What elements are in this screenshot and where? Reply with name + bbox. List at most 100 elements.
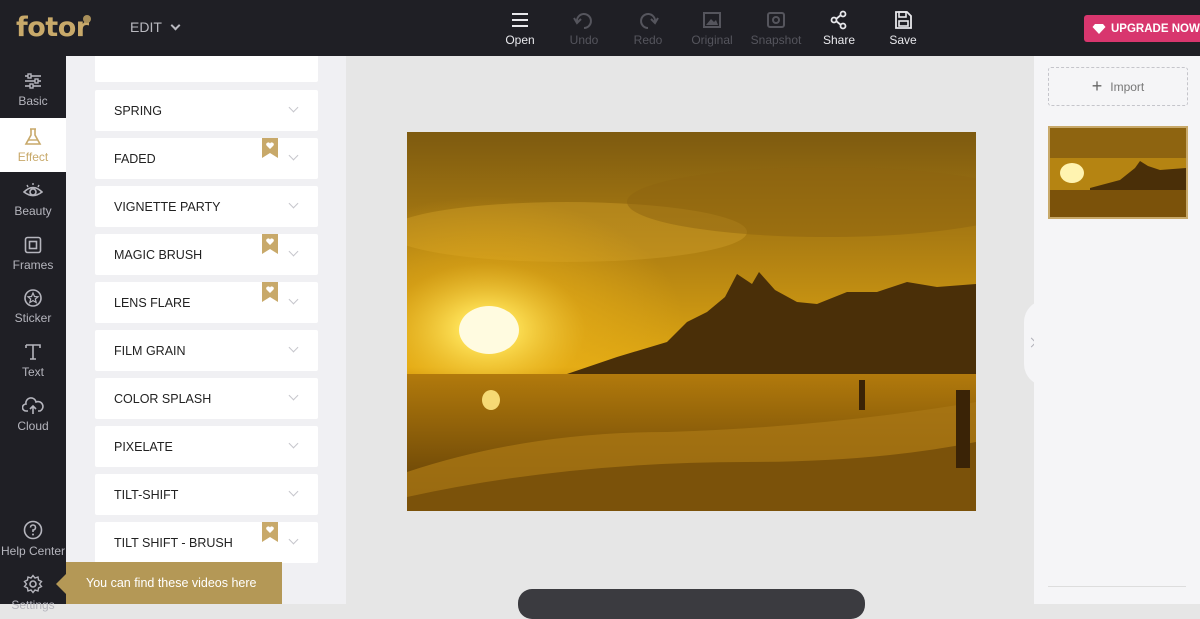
help-tooltip: You can find these videos here <box>56 562 282 604</box>
zoom-toolbar[interactable] <box>518 589 865 619</box>
premium-badge-icon <box>262 522 278 542</box>
canvas-area <box>346 56 1034 619</box>
snapshot-label: Snapshot <box>750 33 802 47</box>
frame-icon <box>24 236 42 254</box>
nav-frames-label: Frames <box>12 258 54 272</box>
image-thumbnail[interactable] <box>1048 126 1188 219</box>
camera-icon <box>767 12 785 28</box>
tooltip-text: You can find these videos here <box>86 576 257 590</box>
cloud-icon <box>22 397 44 414</box>
chevron-down-icon <box>288 150 299 161</box>
chevron-down-icon <box>288 486 299 497</box>
premium-badge-icon <box>262 282 278 302</box>
diamond-icon <box>1092 23 1106 34</box>
chevron-down-icon <box>288 390 299 401</box>
sunset-photo[interactable] <box>407 132 976 511</box>
left-nav: Basic Effect Beauty Frames Sticker Text … <box>0 56 66 612</box>
nav-help-center[interactable]: Help Center <box>0 520 70 566</box>
effect-label: VIGNETTE PARTY <box>114 199 221 214</box>
sliders-icon <box>25 73 41 89</box>
save-button[interactable]: Save <box>871 10 935 47</box>
effect-item-tilt-shift[interactable]: TILT-SHIFT <box>95 474 318 515</box>
edit-menu-label: EDIT <box>130 19 162 35</box>
chevron-down-icon <box>170 20 181 30</box>
flask-icon <box>24 128 42 145</box>
share-button[interactable]: Share <box>807 10 871 47</box>
effect-item-vignette-party[interactable]: VIGNETTE PARTY <box>95 186 318 227</box>
effect-item-pixelate[interactable]: PIXELATE <box>95 426 318 467</box>
undo-label: Undo <box>569 33 599 47</box>
nav-beauty-label: Beauty <box>14 204 52 218</box>
question-icon <box>23 520 43 540</box>
effects-panel: SPRING FADED VIGNETTE PARTY MAGIC BRUSH … <box>66 56 346 604</box>
chevron-down-icon <box>288 534 299 545</box>
nav-sticker[interactable]: Sticker <box>0 289 66 335</box>
effect-label: COLOR SPLASH <box>114 391 212 406</box>
nav-cloud[interactable]: Cloud <box>0 397 66 443</box>
nav-beauty[interactable]: Beauty <box>0 182 66 228</box>
undo-button[interactable]: Undo <box>552 10 616 47</box>
effect-item-partial[interactable] <box>95 56 318 82</box>
premium-badge-icon <box>262 138 278 158</box>
star-icon <box>24 289 42 307</box>
registered-mark <box>83 15 91 23</box>
effect-label: LENS FLARE <box>114 295 191 310</box>
nav-sticker-label: Sticker <box>14 311 52 325</box>
save-icon <box>895 11 912 29</box>
image-icon <box>703 12 721 28</box>
chevron-down-icon <box>288 342 299 353</box>
top-bar: fotor EDIT Open Undo Redo Original Snaps… <box>0 0 1200 56</box>
eye-icon <box>23 183 43 197</box>
nav-text[interactable]: Text <box>0 343 66 389</box>
snapshot-button[interactable]: Snapshot <box>744 10 808 47</box>
upgrade-label: UPGRADE NOW <box>1111 22 1200 35</box>
effect-label: FILM GRAIN <box>114 343 186 358</box>
chevron-down-icon <box>288 438 299 449</box>
open-label: Open <box>505 33 535 47</box>
effect-item-tilt-shift-brush[interactable]: TILT SHIFT - BRUSH <box>95 522 318 563</box>
effect-label: TILT SHIFT - BRUSH <box>114 535 233 550</box>
nav-effect-label: Effect <box>17 150 49 164</box>
nav-cloud-label: Cloud <box>17 419 49 433</box>
effect-item-spring[interactable]: SPRING <box>95 90 318 131</box>
effect-label: TILT-SHIFT <box>114 487 179 502</box>
chevron-down-icon <box>288 294 299 305</box>
effect-label: MAGIC BRUSH <box>114 247 203 262</box>
effect-label: FADED <box>114 151 156 166</box>
nav-text-label: Text <box>21 365 44 379</box>
nav-basic-label: Basic <box>18 94 48 108</box>
gear-icon <box>23 574 43 594</box>
share-label: Share <box>822 33 856 47</box>
effect-item-film-grain[interactable]: FILM GRAIN <box>95 330 318 371</box>
import-label: Import <box>1110 79 1145 94</box>
effect-label: SPRING <box>114 103 162 118</box>
premium-badge-icon <box>262 234 278 254</box>
chevron-down-icon <box>288 198 299 209</box>
undo-icon <box>573 13 592 29</box>
chevron-down-icon <box>288 246 299 257</box>
text-icon <box>25 344 41 360</box>
plus-icon: + <box>1091 76 1103 96</box>
clear-all-bar[interactable] <box>1048 586 1186 604</box>
effect-item-color-splash[interactable]: COLOR SPLASH <box>95 378 318 419</box>
nav-frames[interactable]: Frames <box>0 236 66 282</box>
original-button[interactable]: Original <box>680 10 744 47</box>
import-button[interactable]: + Import <box>1048 67 1188 106</box>
nav-effect[interactable]: Effect <box>0 118 66 172</box>
hamburger-icon <box>512 13 528 27</box>
effect-item-magic-brush[interactable]: MAGIC BRUSH <box>95 234 318 275</box>
edit-menu[interactable]: EDIT <box>130 19 181 35</box>
effect-item-lens-flare[interactable]: LENS FLARE <box>95 282 318 323</box>
right-panel: + Import <box>1034 56 1200 604</box>
open-button[interactable]: Open <box>488 10 552 47</box>
upgrade-now-button[interactable]: UPGRADE NOW <box>1084 15 1200 42</box>
redo-icon <box>640 13 659 29</box>
nav-basic[interactable]: Basic <box>0 72 66 118</box>
redo-button[interactable]: Redo <box>616 10 680 47</box>
save-label: Save <box>889 33 917 47</box>
nav-settings-label: Settings <box>11 598 55 612</box>
chevron-down-icon <box>288 102 299 113</box>
fotor-logo[interactable]: fotor <box>16 12 89 43</box>
share-icon <box>830 10 847 30</box>
effect-item-faded[interactable]: FADED <box>95 138 318 179</box>
